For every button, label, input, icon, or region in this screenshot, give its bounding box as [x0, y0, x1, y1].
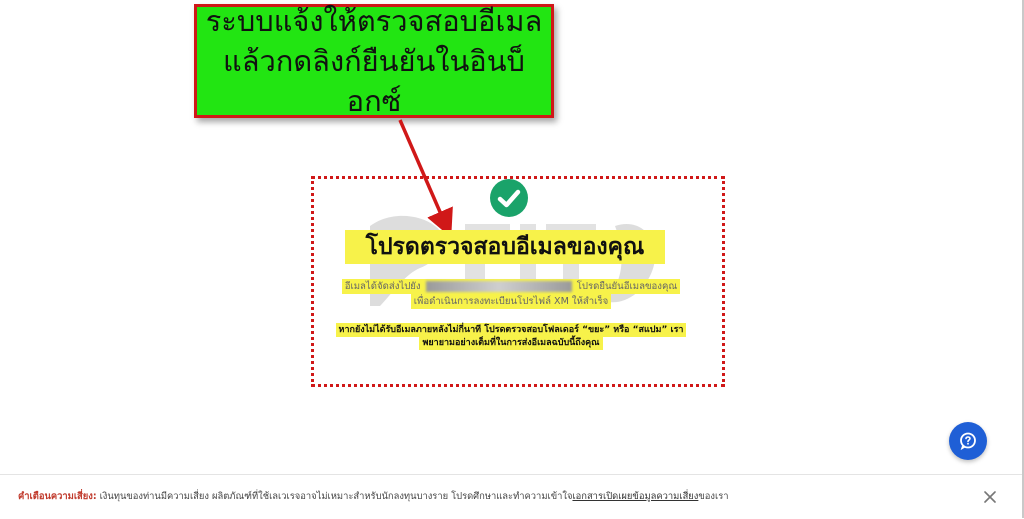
risk-warning-label: คำเตือนความเสี่ยง:: [18, 491, 97, 502]
annotation-callout: ระบบแจ้งให้ตรวจสอบอีเมล แล้วกดลิงก์ยืนยั…: [194, 4, 554, 118]
risk-warning-text: คำเตือนความเสี่ยง: เงินทุนของท่านมีความเ…: [18, 489, 729, 504]
chat-help-icon: [960, 432, 976, 451]
message-suffix: โปรดยืนยันอีเมลของคุณ: [576, 281, 678, 292]
help-chat-button[interactable]: [949, 422, 987, 460]
risk-warning-banner: คำเตือนความเสี่ยง: เงินทุนของท่านมีความเ…: [0, 474, 1022, 519]
callout-line-2: แล้วกดลิงก์ยืนยันในอินบ็อกซ์: [223, 44, 525, 118]
close-banner-button[interactable]: [982, 489, 998, 505]
spam-note-line1: หากยังไม่ได้รับอีเมลภายหลังไม่กี่นาที โป…: [333, 322, 689, 337]
redacted-email: [425, 280, 572, 292]
page-title: โปรดตรวจสอบอีเมลของคุณ: [345, 230, 665, 264]
risk-warning-suffix: ของเรา: [698, 491, 729, 502]
email-sent-message: อีเมลได้จัดส่งไปยัง โปรดยืนยันอีเมลของคุ…: [333, 279, 689, 294]
risk-warning-body: เงินทุนของท่านมีความเสี่ยง ผลิตภัณฑ์ที่ใ…: [96, 491, 573, 502]
check-circle-icon: [490, 179, 528, 217]
callout-line-1: ระบบแจ้งให้ตรวจสอบอีเมล: [205, 4, 543, 38]
spam-note-line2: พยายามอย่างเต็มที่ในการส่งอีเมลฉบับนี้ถึ…: [333, 335, 689, 350]
close-icon: [984, 491, 996, 503]
message-prefix: อีเมลได้จัดส่งไปยัง: [344, 281, 421, 292]
email-sent-message-line2: เพื่อดำเนินการลงทะเบียนโปรไฟล์ XM ให้สำเ…: [333, 294, 689, 309]
risk-disclosure-link[interactable]: เอกสารเปิดเผยข้อมูลความเสี่ยง: [572, 491, 698, 502]
